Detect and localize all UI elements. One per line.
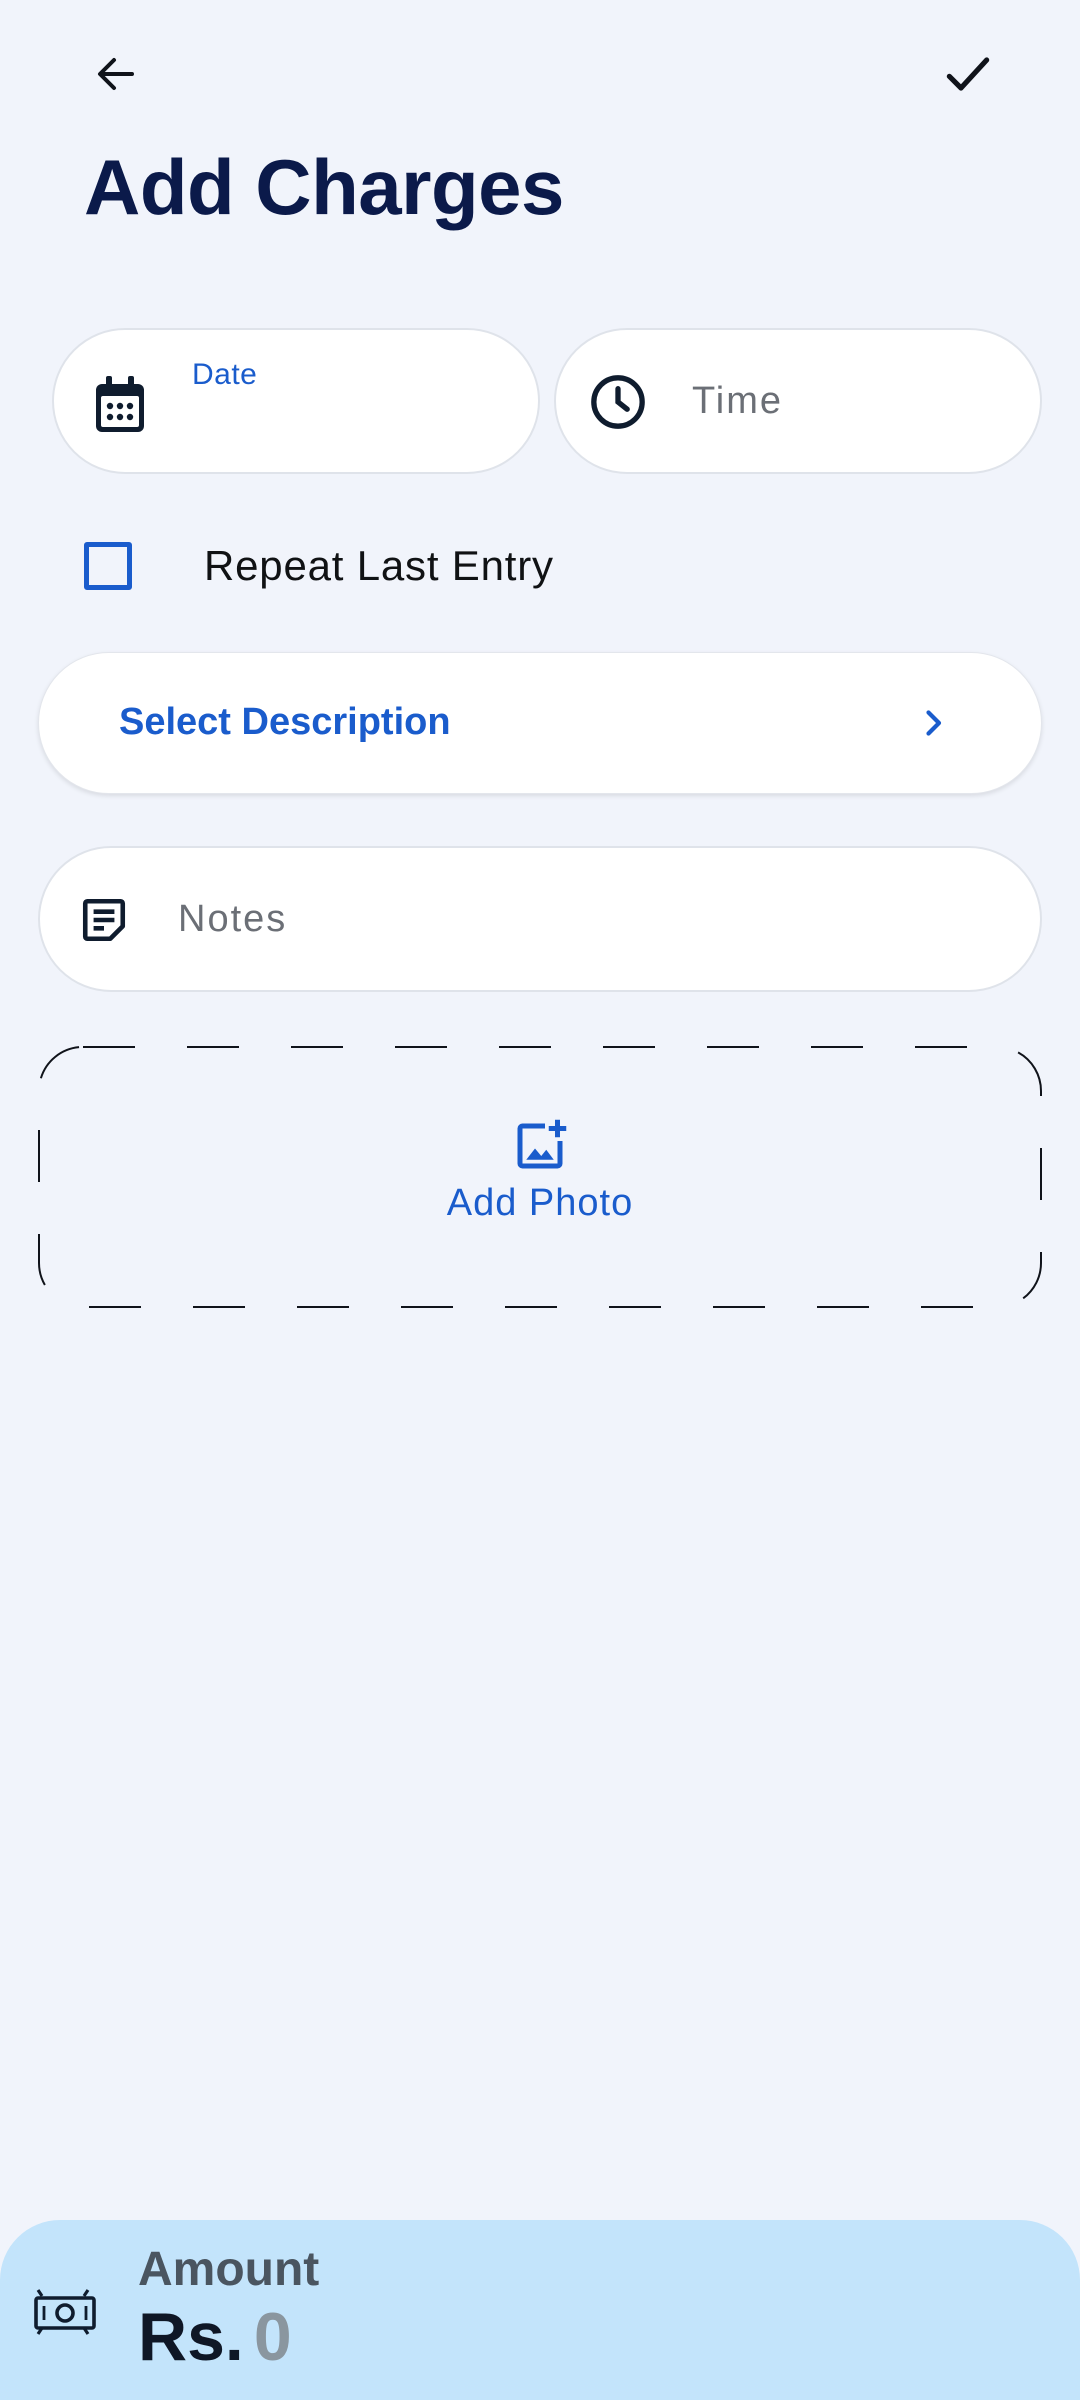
page-title: Add Charges: [84, 143, 564, 231]
repeat-last-entry-row[interactable]: Repeat Last Entry: [84, 536, 554, 596]
currency-label: Rs.: [138, 2299, 244, 2375]
amount-panel[interactable]: Amount Rs. 0: [0, 2220, 1080, 2400]
amount-label: Amount: [138, 2243, 320, 2296]
repeat-last-entry-checkbox[interactable]: [84, 542, 132, 590]
check-icon: [946, 57, 990, 91]
date-field[interactable]: Date: [52, 328, 540, 474]
calendar-icon: [90, 372, 150, 438]
repeat-last-entry-label: Repeat Last Entry: [204, 542, 554, 589]
confirm-button[interactable]: [928, 34, 1008, 114]
money-icon: [34, 2289, 96, 2335]
notes-input[interactable]: Notes: [38, 846, 1042, 992]
add-photo-label: Add Photo: [446, 1182, 634, 1224]
arrow-left-icon: [98, 58, 134, 90]
add-photo-icon: [517, 1119, 567, 1169]
time-field[interactable]: Time: [554, 328, 1042, 474]
add-photo-button[interactable]: Add Photo: [38, 1046, 1042, 1308]
date-label: Date: [192, 358, 258, 391]
amount-value[interactable]: 0: [254, 2298, 292, 2376]
add-charges-screen: Add Charges Date Time Repeat Last Entry …: [0, 0, 1080, 2400]
add-photo-content: Add Photo: [38, 1116, 1042, 1225]
clock-icon: [586, 370, 650, 434]
note-icon: [78, 894, 130, 946]
chevron-right-icon: [913, 701, 953, 745]
amount-value-row: Rs. 0: [138, 2298, 292, 2376]
select-description-label: Select Description: [119, 701, 451, 743]
notes-placeholder: Notes: [178, 898, 288, 940]
back-button[interactable]: [76, 34, 156, 114]
select-description-button[interactable]: Select Description: [38, 652, 1042, 794]
time-placeholder: Time: [692, 380, 784, 422]
